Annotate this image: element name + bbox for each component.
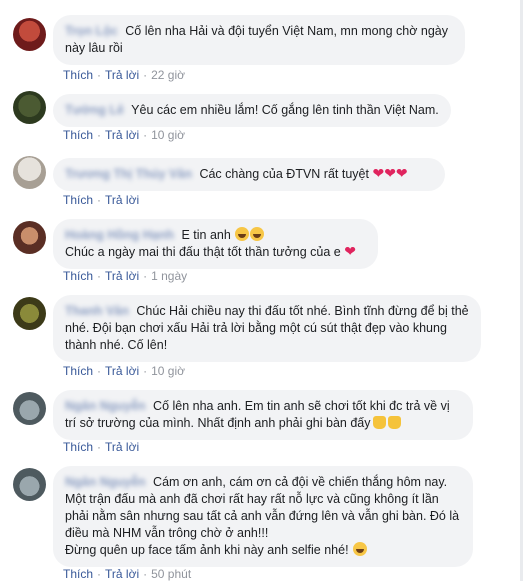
heart-icon: ❤	[344, 244, 356, 260]
reply-button[interactable]: Trả lời	[105, 269, 139, 283]
reply-button[interactable]: Trả lời	[105, 193, 139, 207]
commenter-name[interactable]: Hoàng Hồng Hạnh	[65, 228, 174, 242]
like-button[interactable]: Thích	[63, 193, 93, 207]
comment-time[interactable]: 22 giờ	[151, 68, 185, 82]
like-button[interactable]: Thích	[63, 128, 93, 142]
commenter-name[interactable]: Tường Lê	[65, 103, 124, 117]
thumbs-up-icon	[372, 416, 386, 429]
comment-text-line2: Đừng quên up face tấm ảnh khi này anh se…	[65, 543, 349, 557]
comment-time[interactable]: 1 ngày	[151, 269, 187, 283]
comment-actions: Thích · Trả lời · 50 phút	[63, 567, 192, 581]
like-button[interactable]: Thích	[63, 68, 93, 82]
avatar[interactable]	[13, 468, 46, 501]
grinning-emoji-icon	[353, 542, 368, 556]
comment-actions: Thích · Trả lời · 1 ngày	[63, 269, 188, 283]
avatar[interactable]	[13, 156, 46, 189]
commenter-name[interactable]: Ngân Nguyễn	[65, 399, 146, 413]
flexed-biceps-icon	[387, 416, 401, 429]
comment-text: Các chàng của ĐTVN rất tuyệt	[199, 167, 369, 181]
avatar[interactable]	[13, 392, 46, 425]
comment-bubble: Thanh Vân Chúc Hải chiều nay thi đấu tốt…	[53, 295, 481, 362]
comment-bubble: Trương Thị Thúy Vân Các chàng của ĐTVN r…	[53, 158, 445, 191]
reply-button[interactable]: Trả lời	[105, 364, 139, 378]
comment-actions: Thích · Trả lời	[63, 440, 140, 454]
comment-text: Cố lên nha Hải và đội tuyển Việt Nam, mn…	[65, 24, 448, 55]
comment-bubble: Tường Lê Yêu các em nhiều lắm! Cố gắng l…	[53, 94, 451, 127]
reply-button[interactable]: Trả lời	[105, 128, 139, 142]
comment-actions: Thích · Trả lời	[63, 193, 140, 207]
comment-time[interactable]: 50 phút	[151, 567, 191, 581]
comment-bubble: Hoàng Hồng Hạnh E tin anh Chúc a ngày ma…	[53, 219, 378, 269]
laughing-emoji-icon	[235, 227, 250, 241]
comment-bubble: Ngân Nguyễn Cố lên nha anh. Em tin anh s…	[53, 390, 473, 440]
reply-button[interactable]: Trả lời	[105, 567, 139, 581]
comment-list: Trọn Lộc Cố lên nha Hải và đội tuyển Việ…	[0, 0, 523, 581]
like-button[interactable]: Thích	[63, 567, 93, 581]
comment-actions: Thích · Trả lời · 10 giờ	[63, 364, 185, 378]
commenter-name[interactable]: Trương Thị Thúy Vân	[65, 167, 192, 181]
comment-text: E tin anh	[181, 228, 231, 242]
avatar[interactable]	[13, 297, 46, 330]
like-button[interactable]: Thích	[63, 364, 93, 378]
comment-time[interactable]: 10 giờ	[151, 128, 185, 142]
commenter-name[interactable]: Ngân Nguyễn	[65, 475, 146, 489]
comment-time[interactable]: 10 giờ	[151, 364, 185, 378]
comment-actions: Thích · Trả lời · 22 giờ	[63, 68, 185, 82]
reply-button[interactable]: Trả lời	[105, 68, 139, 82]
commenter-name[interactable]: Thanh Vân	[65, 304, 129, 318]
reply-button[interactable]: Trả lời	[105, 440, 139, 454]
avatar[interactable]	[13, 221, 46, 254]
comment-text: Yêu các em nhiều lắm! Cố gắng lên tinh t…	[131, 103, 439, 117]
avatar[interactable]	[13, 18, 46, 51]
laughing-emoji-icon	[250, 227, 265, 241]
comment-bubble: Trọn Lộc Cố lên nha Hải và đội tuyển Việ…	[53, 15, 465, 65]
heart-icon: ❤❤❤	[372, 166, 408, 182]
commenter-name[interactable]: Trọn Lộc	[65, 24, 118, 38]
like-button[interactable]: Thích	[63, 440, 93, 454]
comment-bubble: Ngân Nguyễn Cám ơn anh, cám ơn cả đội về…	[53, 466, 473, 567]
comment-actions: Thích · Trả lời · 10 giờ	[63, 128, 185, 142]
avatar[interactable]	[13, 91, 46, 124]
comment-text-line2: Chúc a ngày mai thi đấu thật tốt thần tư…	[65, 245, 341, 259]
like-button[interactable]: Thích	[63, 269, 93, 283]
